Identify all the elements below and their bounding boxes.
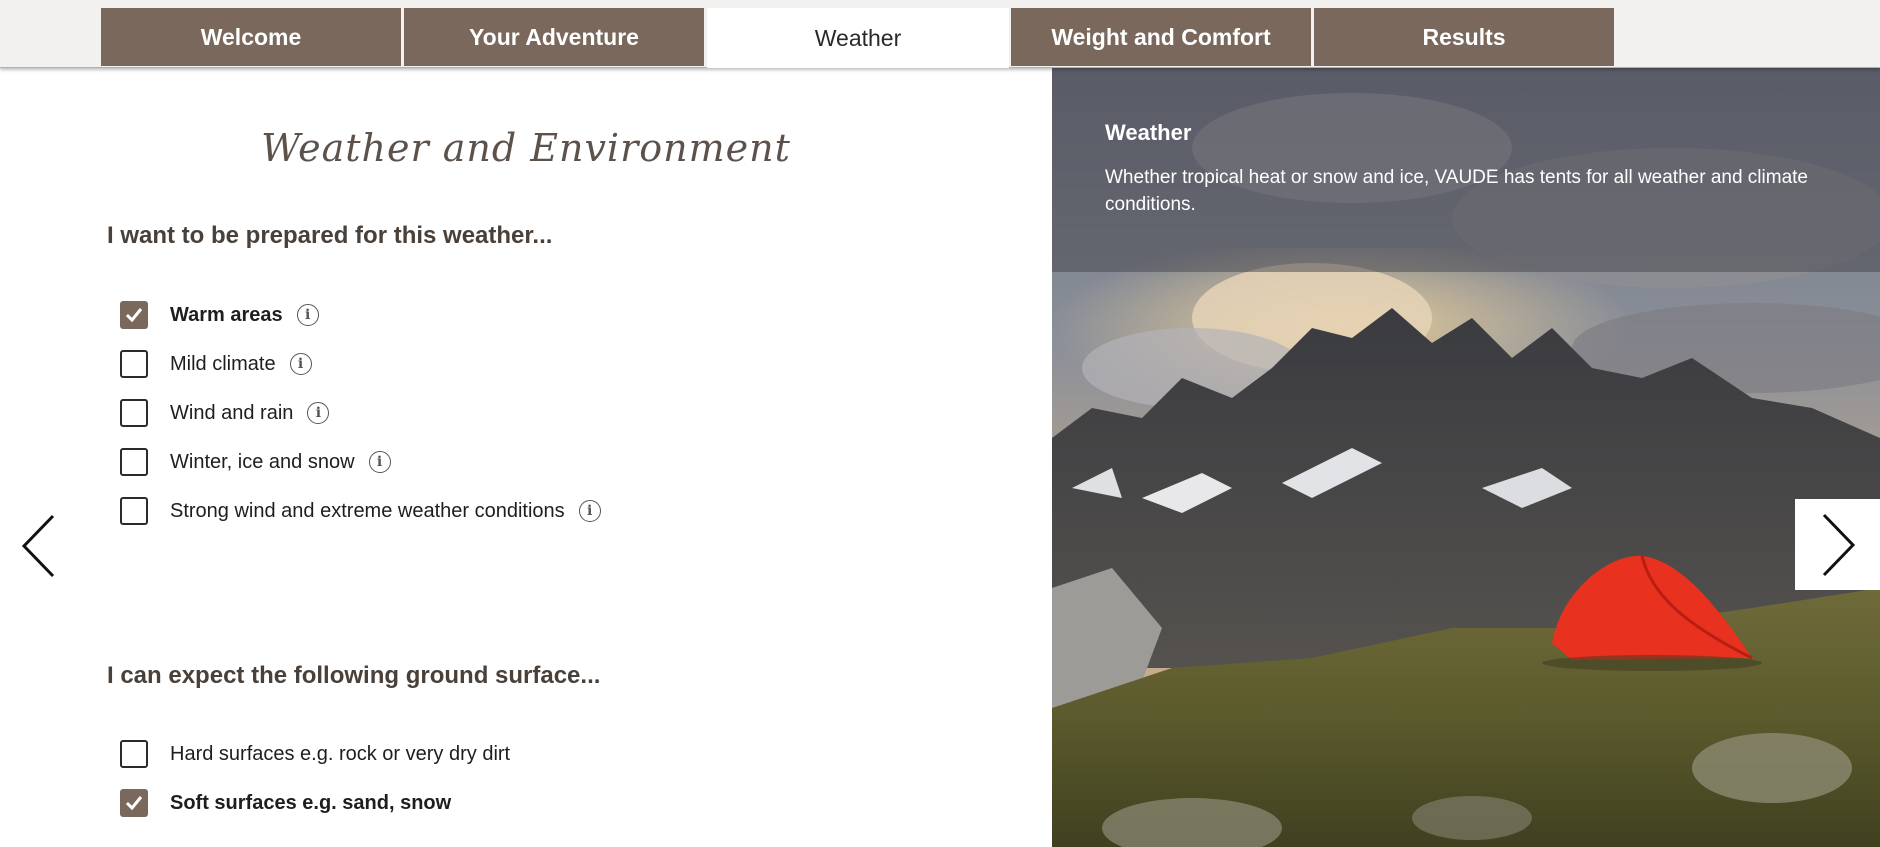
option-label: Hard surfaces e.g. rock or very dry dirt	[170, 742, 511, 765]
info-icon[interactable]: i	[307, 402, 330, 424]
checkbox-extreme-weather[interactable]	[120, 497, 148, 525]
option-label: Strong wind and extreme weather conditio…	[170, 499, 565, 522]
tab-your-adventure[interactable]: Your Adventure	[404, 8, 704, 66]
option-extreme-weather[interactable]: Strong wind and extreme weather conditio…	[120, 497, 601, 525]
info-icon[interactable]: i	[296, 304, 319, 326]
option-mild-climate[interactable]: Mild climate i	[120, 350, 312, 378]
checkbox-mild-climate[interactable]	[120, 350, 148, 378]
option-hard-surfaces[interactable]: Hard surfaces e.g. rock or very dry dirt	[120, 740, 510, 768]
checkbox-winter-ice-snow[interactable]	[120, 448, 148, 476]
info-panel-title: Weather	[1105, 120, 1192, 145]
option-label: Wind and rain	[170, 401, 294, 424]
info-panel-text: Whether tropical heat or snow and ice, V…	[1105, 167, 1808, 215]
hero-image-panel: Weather Whether tropical heat or snow an…	[1052, 68, 1880, 847]
previous-step-button[interactable]	[14, 510, 64, 582]
option-soft-surfaces[interactable]: Soft surfaces e.g. sand, snow	[120, 789, 451, 817]
wizard-tab-bar: Welcome Your Adventure Weather Weight an…	[0, 0, 1880, 68]
info-icon[interactable]: i	[368, 451, 391, 473]
checkbox-wind-and-rain[interactable]	[120, 399, 148, 427]
chevron-left-icon	[21, 514, 55, 578]
tab-weight-and-comfort[interactable]: Weight and Comfort	[1011, 8, 1311, 66]
checkmark-icon	[125, 308, 143, 323]
tab-results[interactable]: Results	[1314, 8, 1614, 66]
option-label: Mild climate	[170, 352, 276, 375]
option-label: Warm areas	[170, 303, 283, 326]
weather-question: I want to be prepared for this weather..…	[107, 222, 553, 249]
tab-welcome[interactable]: Welcome	[101, 8, 401, 66]
section-title: Weather and Environment	[261, 126, 791, 170]
option-warm-areas[interactable]: Warm areas i	[120, 301, 319, 329]
option-winter-ice-snow[interactable]: Winter, ice and snow i	[120, 448, 391, 476]
info-icon[interactable]: i	[289, 353, 312, 375]
info-icon[interactable]: i	[578, 500, 601, 522]
checkmark-icon	[125, 796, 143, 811]
ground-question: I can expect the following ground surfac…	[107, 662, 601, 689]
tab-weather[interactable]: Weather	[707, 8, 1009, 68]
option-label: Soft surfaces e.g. sand, snow	[170, 791, 452, 814]
chevron-right-icon	[1822, 513, 1855, 576]
next-step-button[interactable]	[1795, 499, 1880, 590]
checkbox-warm-areas[interactable]	[120, 301, 148, 329]
checkbox-hard-surfaces[interactable]	[120, 740, 148, 768]
option-label: Winter, ice and snow	[170, 450, 355, 473]
option-wind-and-rain[interactable]: Wind and rain i	[120, 399, 330, 427]
checkbox-soft-surfaces[interactable]	[120, 789, 148, 817]
